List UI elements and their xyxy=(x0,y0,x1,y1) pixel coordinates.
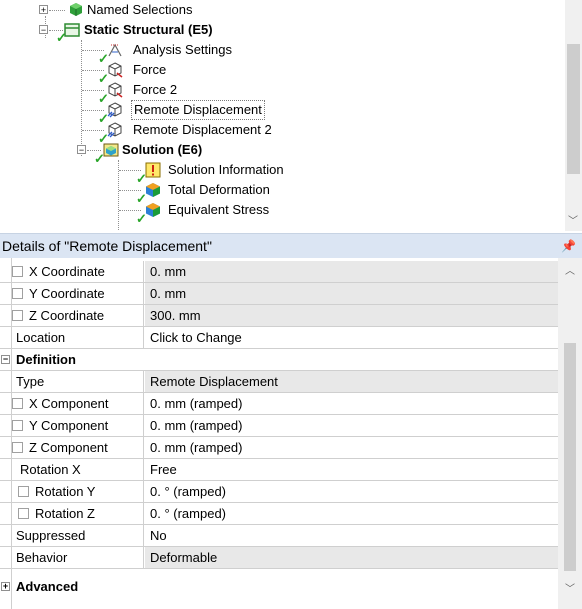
row-value[interactable]: Remote Displacement xyxy=(145,371,558,392)
collapse-toggle[interactable]: − xyxy=(1,355,10,364)
tree-node-force-2[interactable]: Force 2 xyxy=(133,80,177,100)
table-row[interactable]: Type Remote Displacement xyxy=(0,371,558,393)
row-label: X Coordinate xyxy=(12,261,144,282)
parameter-checkbox[interactable] xyxy=(12,442,23,453)
section-label: Advanced xyxy=(16,579,79,594)
row-label: X Component xyxy=(12,393,144,414)
row-label: Z Component xyxy=(12,437,144,458)
tree-node-solution[interactable]: Solution (E6) xyxy=(122,140,202,160)
result-icon xyxy=(146,203,160,217)
row-label: Location xyxy=(12,327,144,348)
table-row[interactable]: Z Coordinate 300. mm xyxy=(0,305,558,327)
table-row[interactable]: Suppressed No xyxy=(0,525,558,547)
row-label: Behavior xyxy=(12,547,144,568)
row-value[interactable]: 0. mm xyxy=(145,261,558,282)
result-icon xyxy=(146,183,160,197)
force-icon xyxy=(108,62,123,78)
row-value[interactable]: 0. ° (ramped) xyxy=(145,503,558,524)
row-label: Y Component xyxy=(12,415,144,436)
parameter-checkbox[interactable] xyxy=(12,420,23,431)
table-row[interactable]: X Coordinate 0. mm xyxy=(0,261,558,283)
row-value[interactable]: Deformable xyxy=(145,547,558,568)
row-value[interactable]: Free xyxy=(145,459,558,480)
chevron-down-icon[interactable]: ﹀ xyxy=(568,216,578,228)
parameter-checkbox[interactable] xyxy=(18,486,29,497)
table-row[interactable]: Rotation X Free xyxy=(0,459,558,481)
row-value[interactable]: 0. mm (ramped) xyxy=(145,437,558,458)
solution-icon xyxy=(103,143,119,157)
details-grid: X Coordinate 0. mm Y Coordinate 0. mm Z … xyxy=(0,258,582,609)
solution-information-icon xyxy=(145,162,161,178)
details-panel-header: Details of "Remote Displacement" 📌 xyxy=(0,233,582,258)
tree-node-remote-displacement[interactable]: Remote Displacement xyxy=(131,100,265,120)
tree-node-solution-information[interactable]: Solution Information xyxy=(168,160,284,180)
row-label: Rotation Y xyxy=(12,481,144,502)
row-label: Type xyxy=(12,371,144,392)
force-icon xyxy=(108,82,123,98)
section-header-definition[interactable]: − Definition xyxy=(0,349,558,371)
row-label: Z Coordinate xyxy=(12,305,144,326)
row-value[interactable]: 0. mm (ramped) xyxy=(145,415,558,436)
static-structural-icon xyxy=(64,23,80,37)
analysis-settings-icon xyxy=(108,43,122,57)
parameter-checkbox[interactable] xyxy=(12,310,23,321)
parameter-checkbox[interactable] xyxy=(12,266,23,277)
table-row[interactable]: Location Click to Change xyxy=(0,327,558,349)
row-value[interactable]: Click to Change xyxy=(145,327,558,348)
section-label: Definition xyxy=(16,352,76,367)
row-value[interactable]: 300. mm xyxy=(145,305,558,326)
tree-node-force[interactable]: Force xyxy=(133,60,166,80)
tree-connector xyxy=(81,40,82,156)
collapse-toggle[interactable]: − xyxy=(39,25,48,35)
tree-node-remote-displacement-2[interactable]: Remote Displacement 2 xyxy=(133,120,272,140)
details-scrollbar[interactable]: ︿ ﹀ xyxy=(558,258,582,609)
row-value[interactable]: 0. mm xyxy=(145,283,558,304)
tree-node-static-structural[interactable]: Static Structural (E5) xyxy=(84,20,213,40)
collapse-toggle[interactable]: − xyxy=(77,145,86,155)
tree-node-total-deformation[interactable]: Total Deformation xyxy=(168,180,270,200)
tree-node-named-selections[interactable]: Named Selections xyxy=(87,0,193,20)
tree-node-equivalent-stress[interactable]: Equivalent Stress xyxy=(168,200,269,220)
outline-tree: + Named Selections − ✓ Static Structural… xyxy=(0,0,582,231)
row-value[interactable]: 0. mm (ramped) xyxy=(145,393,558,414)
expand-toggle[interactable]: + xyxy=(1,582,10,591)
table-row[interactable]: Rotation Y 0. ° (ramped) xyxy=(0,481,558,503)
tree-scrollbar[interactable]: ﹀ xyxy=(565,0,582,231)
row-label: Y Coordinate xyxy=(12,283,144,304)
parameter-checkbox[interactable] xyxy=(12,288,23,299)
details-title: Details of "Remote Displacement" xyxy=(2,238,212,254)
table-row[interactable]: Z Component 0. mm (ramped) xyxy=(0,437,558,459)
chevron-up-icon[interactable]: ︿ xyxy=(565,262,575,277)
named-selections-icon xyxy=(70,3,82,16)
row-value[interactable]: No xyxy=(145,525,558,546)
scroll-thumb[interactable] xyxy=(567,44,580,174)
table-row[interactable]: X Component 0. mm (ramped) xyxy=(0,393,558,415)
remote-displacement-icon xyxy=(107,102,122,118)
tree-connector xyxy=(49,10,65,11)
row-label: Rotation Z xyxy=(12,503,144,524)
table-row[interactable]: Behavior Deformable xyxy=(0,547,558,569)
expand-toggle[interactable]: + xyxy=(39,5,48,15)
row-value[interactable]: 0. ° (ramped) xyxy=(145,481,558,502)
table-row[interactable]: Y Coordinate 0. mm xyxy=(0,283,558,305)
table-row[interactable]: Y Component 0. mm (ramped) xyxy=(0,415,558,437)
parameter-checkbox[interactable] xyxy=(18,508,29,519)
chevron-down-icon[interactable]: ﹀ xyxy=(565,580,575,595)
row-label: Rotation X xyxy=(12,459,144,480)
section-header-advanced[interactable]: + Advanced xyxy=(0,576,558,598)
scroll-thumb[interactable] xyxy=(564,343,576,571)
remote-displacement-icon xyxy=(107,122,122,138)
row-label: Suppressed xyxy=(12,525,144,546)
table-row[interactable]: Rotation Z 0. ° (ramped) xyxy=(0,503,558,525)
pin-icon[interactable]: 📌 xyxy=(561,234,576,258)
parameter-checkbox[interactable] xyxy=(12,398,23,409)
tree-node-analysis-settings[interactable]: Analysis Settings xyxy=(133,40,232,60)
